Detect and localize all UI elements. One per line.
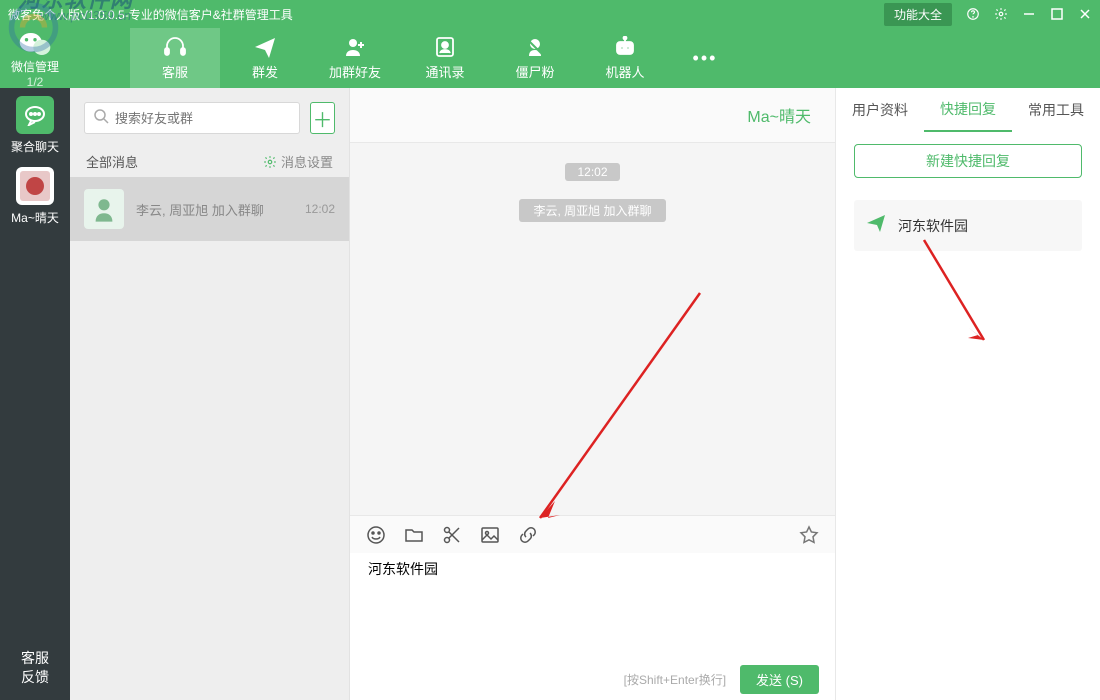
rail-feedback[interactable]: 客服 反馈 xyxy=(21,637,49,700)
message-input-area[interactable] xyxy=(350,553,835,658)
wechat-mgmt-label: 微信管理 xyxy=(11,58,59,75)
maximize-icon[interactable] xyxy=(1050,7,1064,21)
app-title: 微客兔个人版V1.0.0.5-专业的微信客户&社群管理工具 xyxy=(8,6,293,23)
system-message: 李云, 周亚旭 加入群聊 xyxy=(519,199,665,222)
search-icon xyxy=(93,108,109,129)
link-icon[interactable] xyxy=(518,525,538,545)
gear-icon xyxy=(263,155,277,169)
tab-common-tools[interactable]: 常用工具 xyxy=(1012,88,1100,132)
chat-header: Ma~晴天 xyxy=(350,88,835,143)
nav-robot[interactable]: 机器人 xyxy=(580,28,670,88)
nav-more[interactable]: ••• xyxy=(670,28,740,88)
chat-area: Ma~晴天 12:02 李云, 周亚旭 加入群聊 [按Shift+Enter换行… xyxy=(350,88,835,700)
account-avatar-icon xyxy=(16,167,54,205)
message-settings-button[interactable]: 消息设置 xyxy=(263,152,333,171)
contact-time: 12:02 xyxy=(305,202,335,216)
settings-icon[interactable] xyxy=(994,7,1008,21)
rail-account-ma[interactable]: Ma~晴天 xyxy=(11,167,59,226)
robot-icon xyxy=(613,36,637,58)
nav-customer-service[interactable]: 客服 xyxy=(130,28,220,88)
chat-contact-name: Ma~晴天 xyxy=(747,103,811,127)
chat-bubble-icon xyxy=(16,96,54,134)
emoji-icon[interactable] xyxy=(366,525,386,545)
nav-mass-send[interactable]: 群发 xyxy=(220,28,310,88)
star-icon[interactable] xyxy=(799,525,819,545)
main-header: 微信管理 1/2 客服 群发 加群好友 通讯录 僵尸粉 机器人 ••• xyxy=(0,28,1100,88)
nav-contacts[interactable]: 通讯录 xyxy=(400,28,490,88)
close-icon[interactable] xyxy=(1078,7,1092,21)
left-rail: 聚合聊天 Ma~晴天 客服 反馈 xyxy=(0,88,70,700)
account-count: 1/2 xyxy=(27,75,44,89)
rail-aggregate-chat[interactable]: 聚合聊天 xyxy=(11,96,59,155)
contact-list-panel: ＋ 全部消息 消息设置 李云, 周亚旭 加入群聊 12:02 xyxy=(70,88,350,700)
send-hint: [按Shift+Enter换行] xyxy=(624,671,726,688)
right-panel: 用户资料 快捷回复 常用工具 新建快捷回复 河东软件园 xyxy=(835,88,1100,700)
quick-reply-item[interactable]: 河东软件园 xyxy=(854,200,1082,251)
nav-zombie-fans[interactable]: 僵尸粉 xyxy=(490,28,580,88)
annotation-arrow-icon xyxy=(520,283,710,533)
paper-plane-icon xyxy=(866,214,886,237)
search-input[interactable] xyxy=(115,111,291,126)
help-icon[interactable] xyxy=(966,7,980,21)
message-input[interactable] xyxy=(368,559,817,591)
add-user-icon xyxy=(343,36,367,58)
send-icon xyxy=(253,36,277,58)
contacts-icon xyxy=(434,36,456,58)
send-button[interactable]: 发送 (S) xyxy=(740,665,819,694)
send-row: [按Shift+Enter换行] 发送 (S) xyxy=(350,658,835,700)
header-account[interactable]: 微信管理 1/2 xyxy=(0,28,70,89)
new-quick-reply-button[interactable]: 新建快捷回复 xyxy=(854,144,1082,178)
right-tabs: 用户资料 快捷回复 常用工具 xyxy=(836,88,1100,132)
search-input-wrapper[interactable] xyxy=(84,102,300,134)
minimize-icon[interactable] xyxy=(1022,7,1036,21)
chat-messages: 12:02 李云, 周亚旭 加入群聊 xyxy=(350,143,835,515)
annotation-arrow-icon xyxy=(914,230,994,350)
tab-user-info[interactable]: 用户资料 xyxy=(836,88,924,132)
nav-add-group-friend[interactable]: 加群好友 xyxy=(310,28,400,88)
feature-all-button[interactable]: 功能大全 xyxy=(884,3,952,26)
folder-icon[interactable] xyxy=(404,525,424,545)
tab-quick-reply[interactable]: 快捷回复 xyxy=(924,88,1012,132)
quick-reply-text: 河东软件园 xyxy=(898,216,968,236)
scissors-icon[interactable] xyxy=(442,525,462,545)
time-pill: 12:02 xyxy=(565,163,619,181)
input-toolbar xyxy=(350,515,835,553)
add-button[interactable]: ＋ xyxy=(310,102,335,134)
contact-title: 李云, 周亚旭 加入群聊 xyxy=(136,200,293,219)
avatar xyxy=(84,189,124,229)
headset-icon xyxy=(162,36,188,58)
contact-item[interactable]: 李云, 周亚旭 加入群聊 12:02 xyxy=(70,177,349,241)
main-nav: 客服 群发 加群好友 通讯录 僵尸粉 机器人 ••• xyxy=(130,28,1100,88)
all-messages-label[interactable]: 全部消息 xyxy=(86,152,138,171)
titlebar: 微客兔个人版V1.0.0.5-专业的微信客户&社群管理工具 功能大全 xyxy=(0,0,1100,28)
zombie-icon xyxy=(524,36,546,58)
image-icon[interactable] xyxy=(480,525,500,545)
